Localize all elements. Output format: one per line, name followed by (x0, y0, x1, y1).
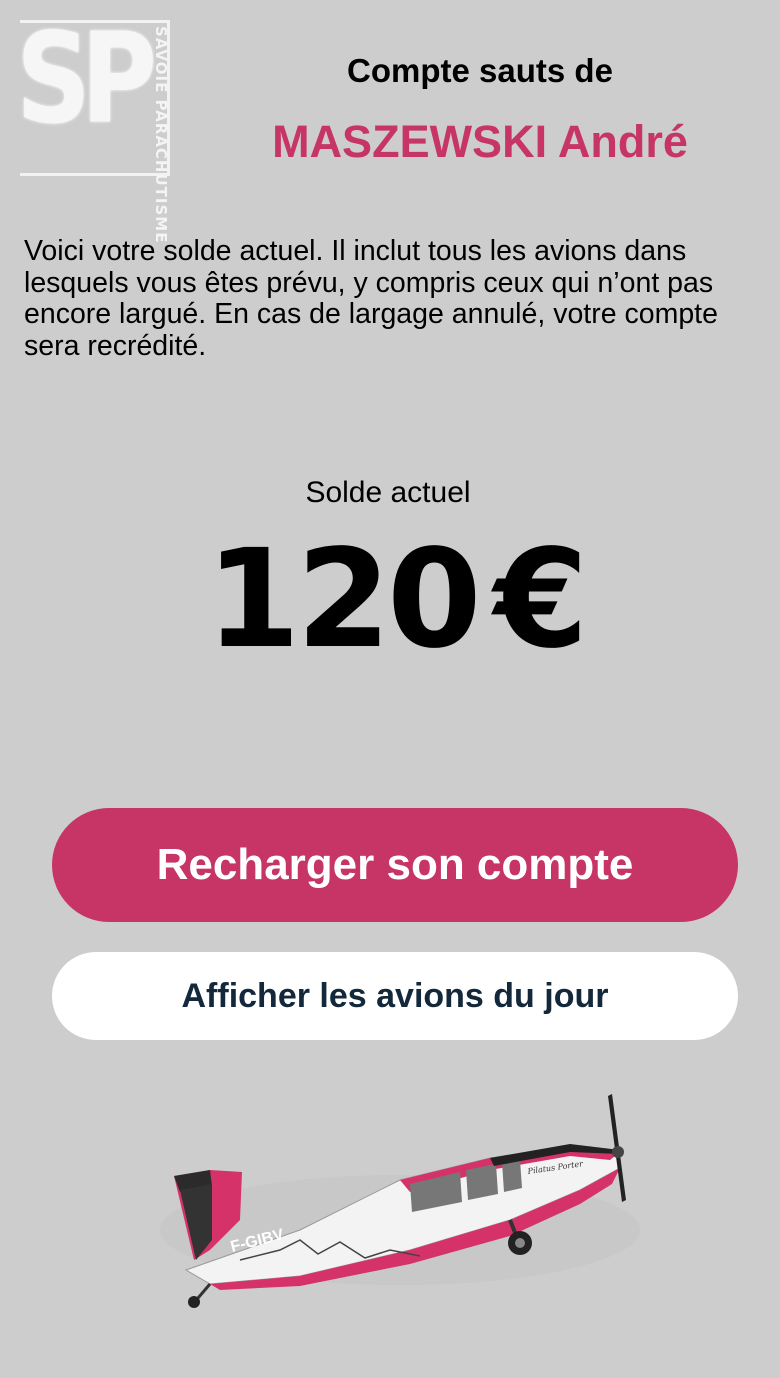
show-flights-button[interactable]: Afficher les avions du jour (52, 952, 738, 1040)
recharge-account-button[interactable]: Recharger son compte (52, 808, 738, 922)
balance-label: Solde actuel (305, 476, 471, 509)
page-title: Compte sauts de (347, 52, 613, 89)
balance-amount: 120 € (0, 532, 780, 668)
intro-text: Voici votre solde actuel. Il inclut tous… (24, 235, 718, 362)
club-logo: SP SAVOIE PARACHUTISME (12, 5, 172, 243)
currency-symbol: € (493, 521, 589, 679)
balance-value: 120 (205, 521, 482, 679)
airplane-illustration: F-GIBV Pilatus Porter (160, 1094, 640, 1308)
account-holder-name: MASZEWSKI André (272, 116, 688, 167)
logo-side-text: SAVOIE PARACHUTISME (152, 26, 170, 244)
logo-letters: SP (16, 5, 157, 152)
